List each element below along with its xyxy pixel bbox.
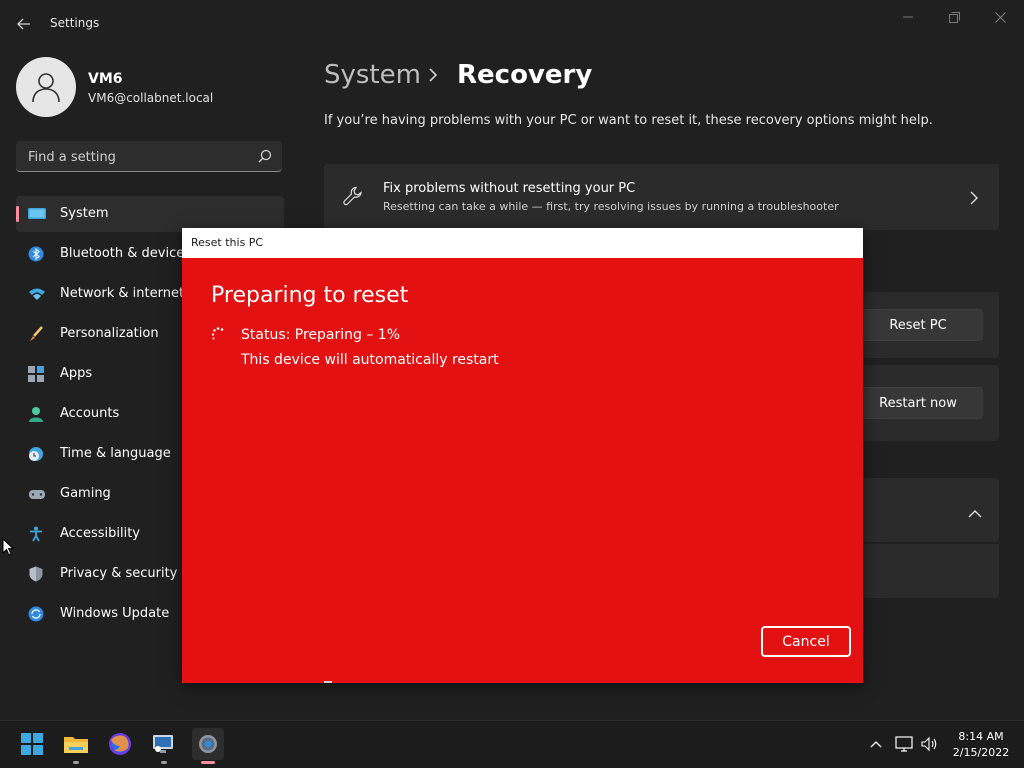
show-hidden-icons-chevron-icon[interactable] (866, 730, 886, 758)
fix-problems-card[interactable]: Fix problems without resetting your PC R… (324, 164, 999, 230)
card-subtitle: Resetting can take a while — first, try … (383, 200, 839, 213)
system-display-icon (28, 206, 46, 222)
restore-icon[interactable] (932, 6, 976, 28)
sidebar-item-label: Personalization (60, 326, 159, 341)
chevron-up-icon[interactable] (968, 504, 982, 523)
progress-spinner-icon (211, 326, 225, 340)
reset-pc-button[interactable]: Reset PC (853, 309, 983, 341)
partial-link-underline (324, 681, 332, 683)
chevron-right-icon[interactable] (970, 190, 978, 209)
clock-date[interactable]: 2/15/2022 (950, 746, 1012, 759)
paintbrush-icon (28, 326, 44, 342)
sidebar-item-label: Bluetooth & devices (60, 246, 191, 261)
sidebar-item-label: Accessibility (60, 526, 140, 541)
sidebar-item-label: Windows Update (60, 606, 170, 621)
back-arrow-icon[interactable] (10, 12, 38, 36)
close-icon[interactable] (978, 6, 1022, 28)
gamepad-icon (28, 486, 45, 502)
running-indicator (73, 761, 79, 764)
dialog-titlebar: Reset this PC (182, 228, 863, 258)
breadcrumb-parent[interactable]: System (324, 60, 421, 90)
clock-time[interactable]: 8:14 AM (950, 730, 1012, 743)
volume-icon[interactable] (918, 730, 942, 758)
restart-now-button[interactable]: Restart now (853, 387, 983, 419)
file-explorer-icon[interactable] (60, 728, 92, 764)
accessibility-icon (28, 526, 44, 542)
sidebar-item-label: Apps (60, 366, 93, 381)
shield-icon (28, 566, 44, 582)
user-avatar-icon[interactable] (16, 57, 76, 117)
sidebar-item-label: System (60, 206, 109, 221)
title-bar (0, 0, 1024, 48)
update-icon (28, 606, 44, 622)
intro-text: If you’re having problems with your PC o… (324, 113, 933, 128)
apps-icon (28, 366, 44, 382)
search-icon[interactable] (258, 148, 272, 167)
sidebar-item-label: Gaming (60, 486, 111, 501)
dialog-heading: Preparing to reset (211, 283, 409, 308)
bluetooth-icon (28, 246, 44, 262)
wifi-icon (28, 286, 45, 302)
sidebar-item-label: Network & internet (60, 286, 185, 301)
sidebar-item-label: Time & language (60, 446, 171, 461)
restart-note: This device will automatically restart (241, 352, 499, 368)
firefox-icon[interactable] (104, 728, 136, 760)
selected-indicator (16, 206, 19, 222)
active-indicator (201, 761, 215, 764)
page-title: Recovery (457, 60, 593, 90)
mouse-cursor-icon (2, 537, 15, 560)
dialog-title: Reset this PC (191, 236, 264, 249)
sidebar-item-system[interactable]: System (16, 196, 284, 232)
reset-dialog: Reset this PC Preparing to reset Status:… (182, 228, 863, 683)
wrench-icon (343, 186, 363, 210)
accounts-icon (28, 406, 44, 422)
running-indicator (161, 761, 167, 764)
card-title: Fix problems without resetting your PC (383, 181, 636, 196)
cancel-button[interactable]: Cancel (761, 626, 851, 657)
breadcrumb-chevron-icon (428, 66, 438, 87)
windows-start-icon[interactable] (16, 728, 48, 760)
settings-gear-icon[interactable] (192, 728, 224, 764)
remote-desktop-icon[interactable] (148, 728, 180, 764)
status-text: Status: Preparing – 1% (241, 327, 401, 343)
app-title: Settings (50, 16, 100, 30)
sidebar-item-label: Accounts (60, 406, 120, 421)
network-monitor-icon[interactable] (892, 730, 916, 758)
search-box[interactable] (16, 141, 282, 172)
clock-globe-icon (28, 446, 44, 462)
minimize-icon[interactable] (886, 6, 930, 28)
user-email: VM6@collabnet.local (88, 91, 214, 105)
user-name: VM6 (88, 71, 123, 87)
sidebar-item-label: Privacy & security (60, 566, 178, 581)
search-input[interactable] (26, 147, 250, 167)
